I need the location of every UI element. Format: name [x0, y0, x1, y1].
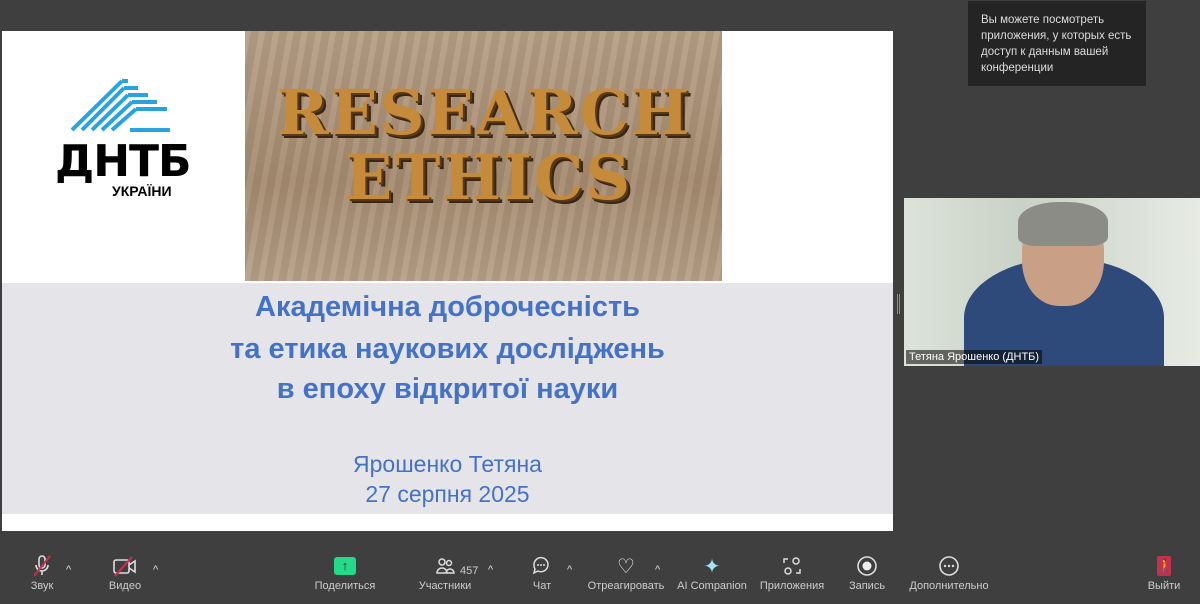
chat-options-caret[interactable]: ^	[567, 564, 572, 576]
chat-icon	[527, 552, 557, 580]
share-button[interactable]: ↑ Поделиться	[310, 552, 380, 592]
apps-button[interactable]: Приложения	[756, 552, 828, 592]
video-off-icon	[104, 552, 146, 580]
record-button[interactable]: Запись	[845, 552, 889, 592]
more-icon	[906, 552, 992, 580]
more-button[interactable]: Дополнительно	[906, 552, 992, 592]
record-icon	[845, 552, 889, 580]
shared-slide: ДНТБ УКРАЇНИ RESEARCH ETHICS Академічна …	[2, 31, 893, 531]
slide-date: 27 серпня 2025	[365, 481, 530, 507]
muted-mic-icon	[22, 552, 62, 580]
slide-author: Ярошенко Тетяна	[353, 451, 542, 477]
chat-button[interactable]: Чат	[527, 552, 557, 592]
video-options-caret[interactable]: ^	[153, 564, 158, 576]
participant-name: Тетяна Ярошенко (ДНТБ)	[906, 350, 1043, 364]
participants-options-caret[interactable]: ^	[488, 564, 493, 576]
share-screen-icon: ↑	[310, 552, 380, 580]
research-ethics-photo: RESEARCH ETHICS	[245, 31, 722, 281]
heart-icon: ♡	[617, 555, 635, 578]
slide-title-line: в епоху відкритої науки	[276, 373, 619, 405]
react-button[interactable]: ♡ Отреагировать	[586, 552, 666, 593]
react-options-caret[interactable]: ^	[655, 564, 660, 576]
resize-handle[interactable]	[897, 294, 900, 314]
audio-options-caret[interactable]: ^	[66, 564, 71, 576]
slide-title-line: та етика наукових досліджень	[230, 333, 665, 365]
leave-icon: 🚶	[1144, 552, 1184, 580]
apps-icon	[756, 552, 828, 580]
slide-title-line: Академічна доброчесність	[255, 291, 640, 323]
apps-tooltip: Вы можете посмотреть приложения, у котор…	[968, 1, 1146, 86]
logo-lines-icon	[70, 79, 170, 132]
video-button[interactable]: Видео	[104, 552, 146, 592]
sparkle-icon: ✦	[703, 555, 721, 578]
participant-video-tile[interactable]: Тетяна Ярошенко (ДНТБ)	[904, 198, 1200, 366]
audio-button[interactable]: Звук	[22, 552, 62, 592]
ai-companion-button[interactable]: ✦ AI Companion	[674, 552, 750, 593]
dntb-logo: ДНТБ УКРАЇНИ	[52, 78, 192, 199]
leave-button[interactable]: 🚶 Выйти	[1144, 552, 1184, 592]
meeting-toolbar: Звук ^ Видео ^ ↑ Поделиться Участники 45…	[0, 552, 1200, 604]
participants-count: 457	[460, 565, 479, 577]
